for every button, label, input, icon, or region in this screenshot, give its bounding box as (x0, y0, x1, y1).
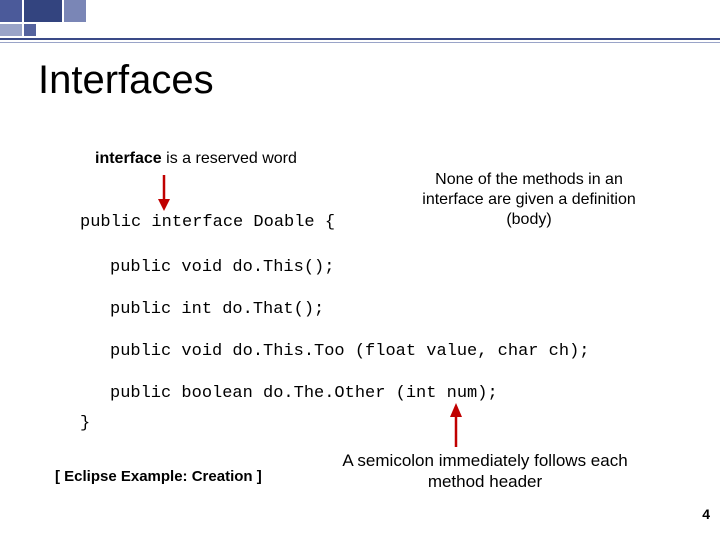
annotation-semicolon: A semicolon immediately follows each met… (340, 450, 630, 493)
slide-title: Interfaces (38, 58, 214, 103)
arrow-up-icon (448, 403, 464, 447)
code-line-5: public boolean do.The.Other (int num); (110, 384, 498, 404)
eclipse-example-link[interactable]: [ Eclipse Example: Creation ] (55, 468, 262, 485)
code-line-2: public void do.This(); (110, 258, 334, 278)
annotation-reserved-word: interface is a reserved word (95, 150, 297, 168)
code-line-1: public interface Doable { (80, 213, 335, 233)
annotation-no-body: None of the methods in an interface are … (414, 170, 644, 230)
code-line-4: public void do.This.Too (float value, ch… (110, 342, 589, 362)
header-subrule (0, 42, 720, 43)
page-number: 4 (702, 506, 710, 522)
annotation-reserved-keyword: interface (95, 150, 162, 167)
code-line-6: } (80, 414, 90, 434)
code-line-3: public int do.That(); (110, 300, 324, 320)
slide-corner-decoration (0, 0, 86, 36)
annotation-reserved-rest: is a reserved word (162, 150, 297, 167)
header-rule (0, 38, 720, 40)
arrow-down-icon (156, 175, 172, 211)
